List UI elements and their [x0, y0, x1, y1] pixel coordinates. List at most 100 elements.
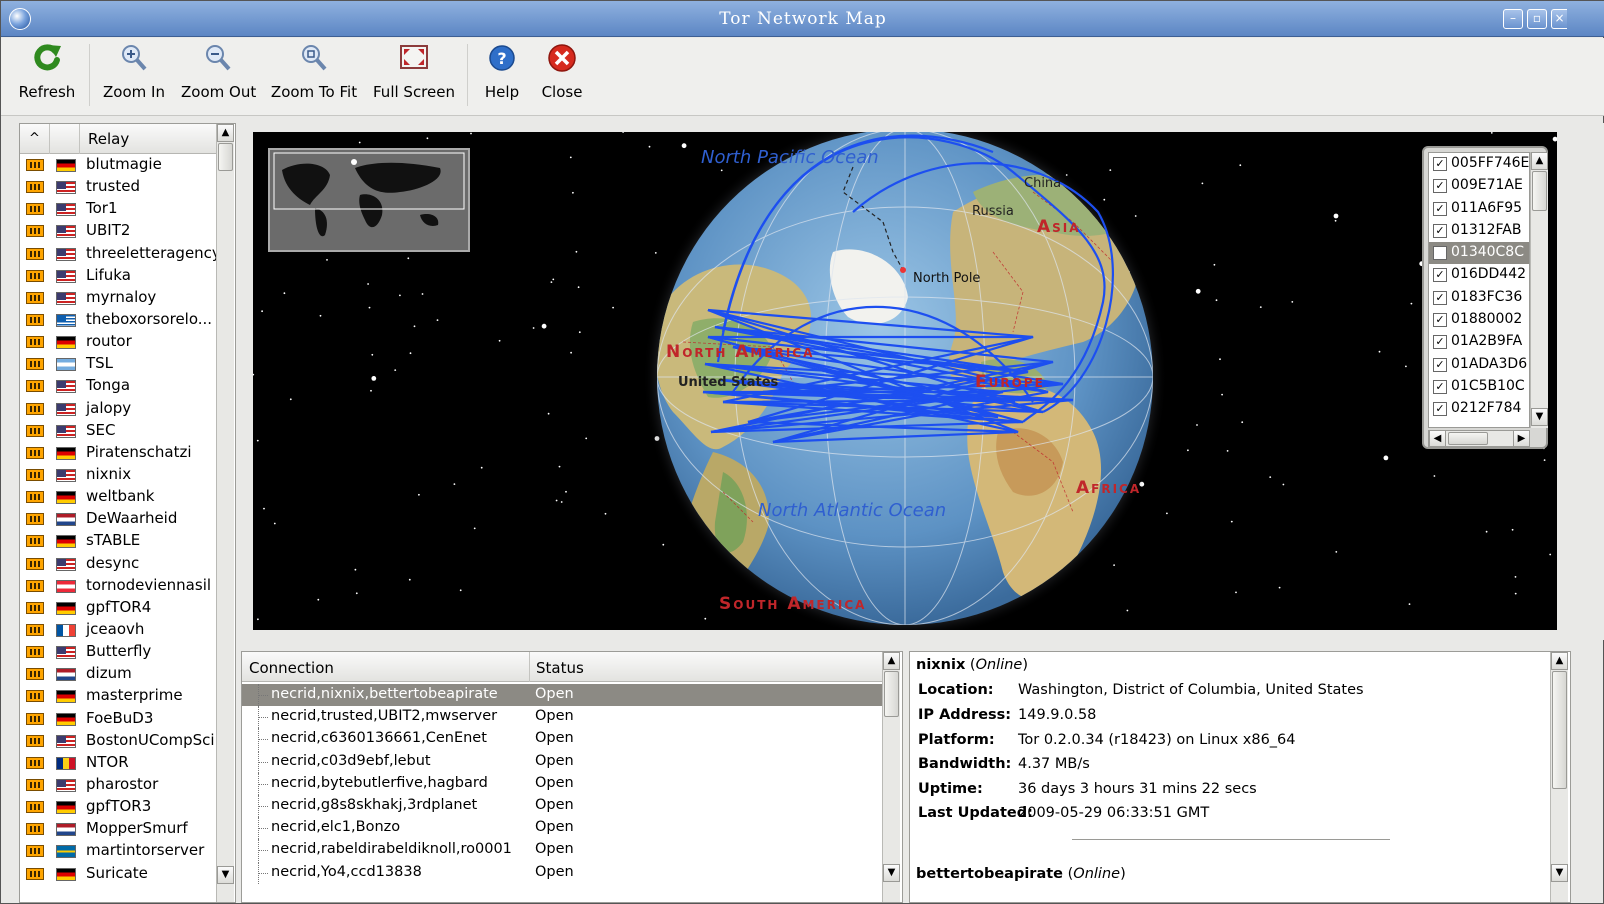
scroll-down-button[interactable]: ▼	[1551, 864, 1568, 882]
circuit-checkbox[interactable]: ✓	[1433, 201, 1447, 216]
relay-row[interactable]: DeWaarheid	[20, 508, 216, 530]
connection-list-scrollbar[interactable]: ▲ ▼	[882, 652, 900, 902]
circuit-row[interactable]: ✓ 01A2B9FA	[1429, 331, 1529, 353]
minimize-button[interactable]: –	[1503, 9, 1523, 29]
scroll-up-button[interactable]: ▲	[883, 652, 900, 670]
relay-row[interactable]: weltbank	[20, 486, 216, 508]
circuit-row[interactable]: ✓ 009E71AE	[1429, 175, 1529, 197]
maximize-button[interactable]: ▫	[1527, 9, 1547, 29]
circuit-checkbox[interactable]: ✓	[1433, 402, 1447, 417]
title-bar[interactable]: Tor Network Map – ▫ ×	[1, 1, 1604, 37]
relay-row[interactable]: masterprime	[20, 685, 216, 707]
relay-row[interactable]: sTABLE	[20, 530, 216, 552]
circuit-row[interactable]: ✓ 01ADA3D6	[1429, 354, 1529, 376]
flag-column-header[interactable]	[50, 124, 80, 154]
connection-row[interactable]: necrid,c6360136661,CenEnet Open	[242, 728, 882, 751]
full-screen-button[interactable]: Full Screen	[372, 40, 456, 112]
relay-row[interactable]: desync	[20, 553, 216, 575]
relay-row[interactable]: gpfTOR3	[20, 796, 216, 818]
circuit-checkbox[interactable]: ✓	[1433, 290, 1447, 305]
sort-column-header[interactable]: ^	[20, 124, 50, 154]
circuit-row[interactable]: ✓ 01340C8C	[1429, 242, 1529, 265]
relay-column-header[interactable]: Relay	[88, 130, 129, 148]
relay-row[interactable]: tornodeviennasil	[20, 575, 216, 597]
world-overview-map[interactable]	[268, 148, 470, 252]
details-scrollbar[interactable]: ▲ ▼	[1550, 652, 1568, 902]
zoom-in-button[interactable]: Zoom In	[101, 40, 167, 112]
relay-row[interactable]: Suricate	[20, 863, 216, 885]
relay-list-scrollbar[interactable]: ▲ ▼	[216, 124, 234, 902]
relay-list[interactable]: blutmagie trusted Tor1 UBIT2 threeletteragen…	[20, 154, 216, 902]
scrollbar-thumb[interactable]	[218, 143, 233, 171]
relay-row[interactable]: MopperSmurf	[20, 818, 216, 840]
circuit-checkbox[interactable]: ✓	[1433, 313, 1447, 328]
circuit-checkbox[interactable]: ✓	[1433, 335, 1447, 350]
circuit-list-hscrollbar[interactable]: ◀ ▶	[1428, 430, 1530, 447]
relay-row[interactable]: BostonUCompSci	[20, 730, 216, 752]
relay-row[interactable]: myrnaloy	[20, 287, 216, 309]
circuit-list[interactable]: ✓ 005FF746E ✓ 009E71AE ✓ 011A6F95 ✓ 01312FAB ✓ 01…	[1428, 152, 1530, 428]
circuit-row[interactable]: ✓ 0212F784	[1429, 398, 1529, 420]
connection-row[interactable]: necrid,g8s8skhakj,3rdplanet Open	[242, 794, 882, 817]
circuit-row[interactable]: ✓ 016DD442	[1429, 264, 1529, 286]
connection-row[interactable]: necrid,Yo4,ccd13838 Open	[242, 861, 882, 884]
close-window-button[interactable]: ×	[1551, 9, 1567, 29]
relay-row[interactable]: theboxorsorelo...	[20, 309, 216, 331]
scrollbar-thumb[interactable]	[1532, 171, 1547, 211]
connection-column-header[interactable]: Connection	[249, 659, 334, 677]
relay-row[interactable]: trusted	[20, 176, 216, 198]
network-map[interactable]: North Pacific Ocean China Russia Asia No…	[253, 132, 1557, 630]
column-divider[interactable]	[529, 652, 530, 682]
circuit-row[interactable]: ✓ 011A6F95	[1429, 198, 1529, 220]
relay-row[interactable]: routor	[20, 331, 216, 353]
circuit-list-scrollbar[interactable]: ▲ ▼	[1530, 152, 1548, 428]
relay-row[interactable]: Butterfly	[20, 641, 216, 663]
zoom-to-fit-button[interactable]: Zoom To Fit	[269, 40, 359, 112]
relay-row[interactable]: threeletteragency	[20, 243, 216, 265]
scroll-right-button[interactable]: ▶	[1513, 430, 1530, 447]
relay-row[interactable]: dizum	[20, 663, 216, 685]
relay-row[interactable]: blutmagie	[20, 154, 216, 176]
circuit-checkbox[interactable]: ✓	[1433, 379, 1447, 394]
circuit-checkbox[interactable]: ✓	[1433, 179, 1447, 194]
connection-row[interactable]: necrid,nixnix,bettertobeapirate Open	[242, 684, 882, 707]
connection-row[interactable]: necrid,elc1,Bonzo Open	[242, 817, 882, 840]
circuit-checkbox[interactable]: ✓	[1433, 246, 1447, 261]
connection-row[interactable]: necrid,c03d9ebf,lebut Open	[242, 750, 882, 773]
relay-details[interactable]: nixnix (Online) Location: Washington, Di…	[910, 652, 1550, 902]
connection-row[interactable]: necrid,bytebutlerfive,hagbard Open	[242, 772, 882, 795]
connection-row[interactable]: necrid,trusted,UBIT2,mwserver Open	[242, 706, 882, 729]
relay-row[interactable]: gpfTOR4	[20, 597, 216, 619]
scroll-up-button[interactable]: ▲	[1531, 152, 1548, 170]
relay-row[interactable]: nixnix	[20, 464, 216, 486]
circuit-row[interactable]: ✓ 005FF746E	[1429, 153, 1529, 175]
scroll-up-button[interactable]: ▲	[217, 124, 234, 142]
relay-row[interactable]: Tonga	[20, 375, 216, 397]
relay-row[interactable]: jalopy	[20, 398, 216, 420]
scroll-down-button[interactable]: ▼	[1531, 408, 1548, 426]
scrollbar-thumb[interactable]	[1448, 432, 1488, 445]
connection-row[interactable]: necrid,rabeldirabeldiknoll,ro0001 Open	[242, 839, 882, 862]
relay-row[interactable]: martintorserver	[20, 840, 216, 862]
scroll-down-button[interactable]: ▼	[883, 864, 900, 882]
circuit-row[interactable]: ✓ 0183FC36	[1429, 287, 1529, 309]
relay-row[interactable]: pharostor	[20, 774, 216, 796]
scroll-up-button[interactable]: ▲	[1551, 652, 1568, 670]
relay-row[interactable]: SEC	[20, 420, 216, 442]
circuit-row[interactable]: ✓ 01C5B10C	[1429, 376, 1529, 398]
circuit-row[interactable]: ✓ 01880002	[1429, 309, 1529, 331]
scrollbar-thumb[interactable]	[1552, 671, 1567, 789]
circuit-checkbox[interactable]: ✓	[1433, 223, 1447, 238]
scroll-down-button[interactable]: ▼	[217, 866, 234, 884]
circuit-checkbox[interactable]: ✓	[1433, 357, 1447, 372]
help-button[interactable]: ? Help	[479, 40, 525, 112]
circuit-row[interactable]: ✓ 01312FAB	[1429, 220, 1529, 242]
scroll-left-button[interactable]: ◀	[1429, 430, 1446, 447]
relay-row[interactable]: jceaovh	[20, 619, 216, 641]
relay-row[interactable]: FoeBuD3	[20, 708, 216, 730]
relay-row[interactable]: Tor1	[20, 198, 216, 220]
refresh-button[interactable]: Refresh	[15, 40, 79, 112]
relay-row[interactable]: Lifuka	[20, 265, 216, 287]
circuit-checkbox[interactable]: ✓	[1433, 157, 1447, 171]
relay-row[interactable]: TSL	[20, 353, 216, 375]
